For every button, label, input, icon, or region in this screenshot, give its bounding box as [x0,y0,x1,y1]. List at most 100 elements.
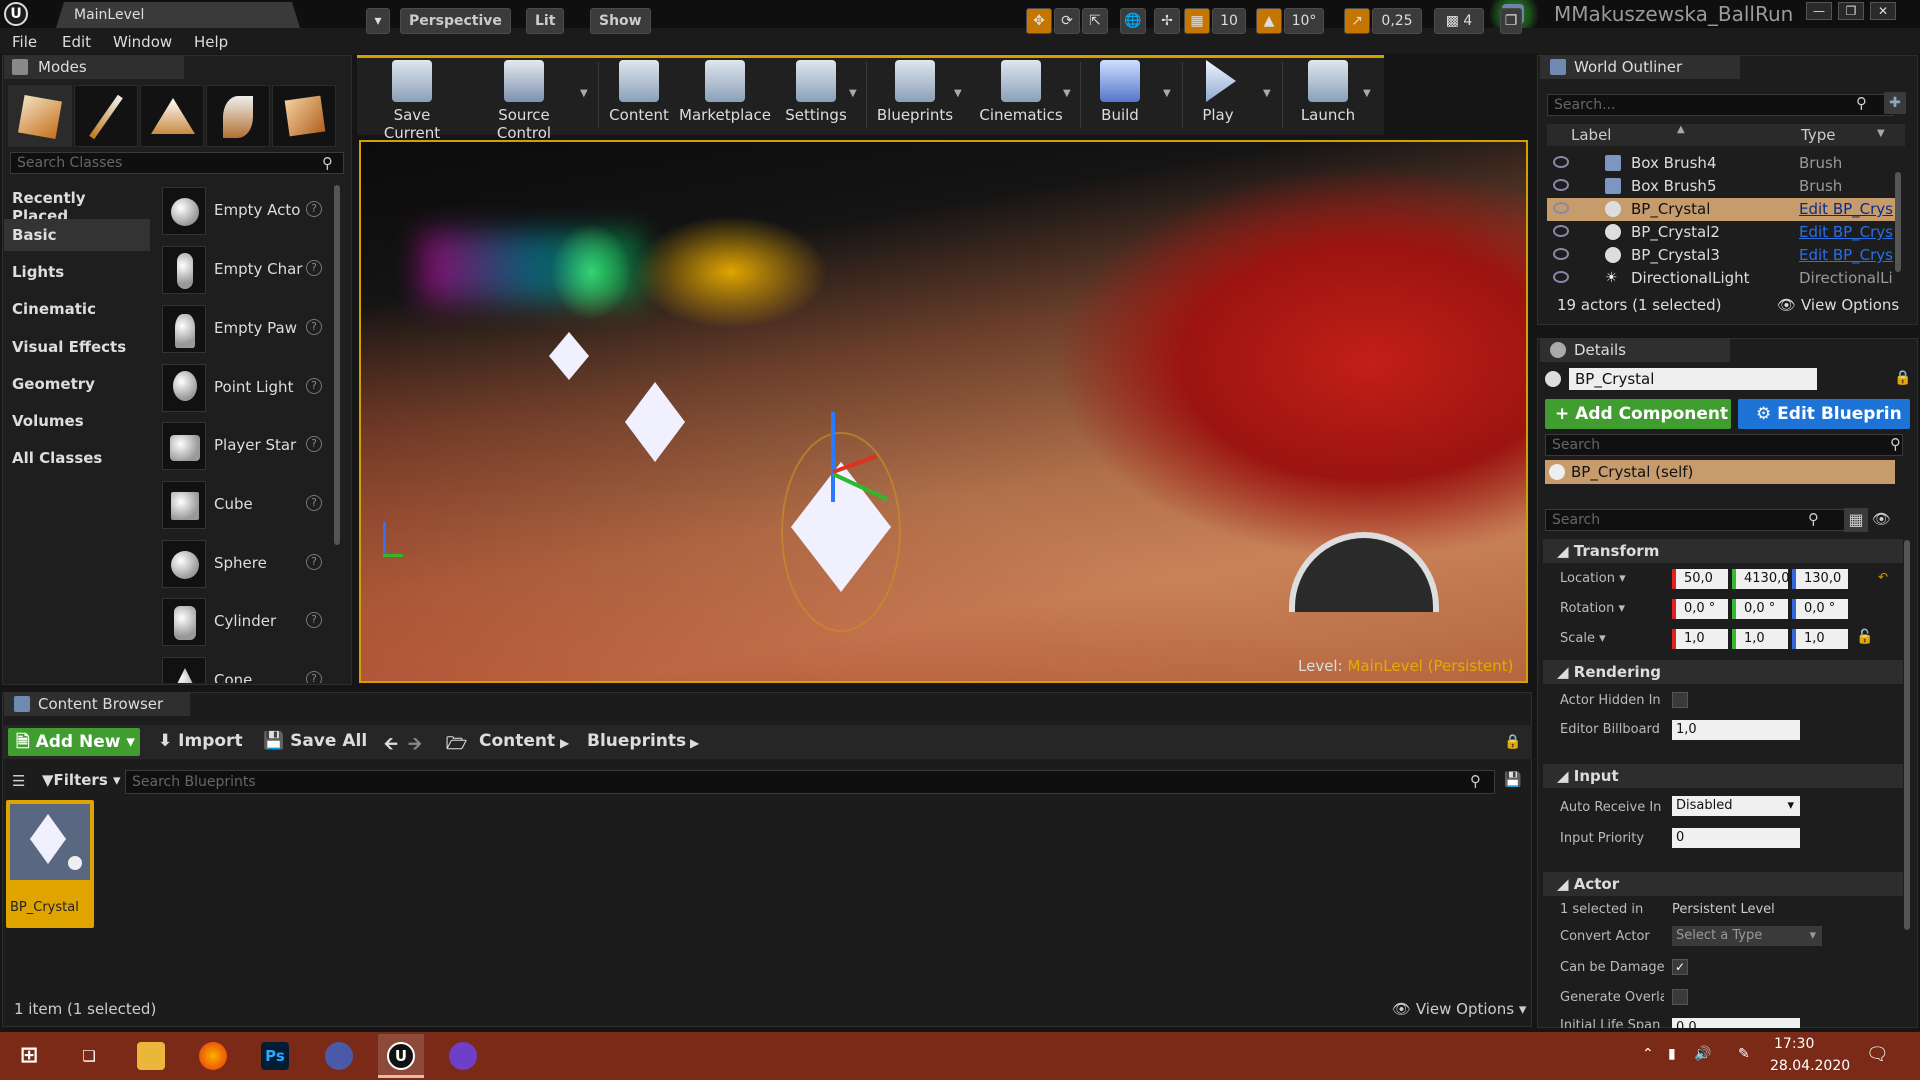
lock-icon[interactable]: 🔒 [1504,734,1521,750]
asset-point-light[interactable]: Point Light ? [158,360,334,416]
location-x-field[interactable]: 50,0 [1672,569,1728,589]
modes-scrollbar[interactable] [334,185,340,545]
help-icon[interactable]: ? [306,612,322,628]
content-button[interactable]: Content [604,60,674,132]
view-options-button[interactable]: 👁 View Options ▾ [1392,1000,1526,1018]
level-tab[interactable]: MainLevel [56,2,300,28]
crystal-actor-2[interactable] [625,382,685,462]
camera-speed-button[interactable]: ▩ 4 [1434,8,1484,34]
launch-button[interactable]: Launch [1288,60,1368,132]
section-transform[interactable]: ◢ Transform [1543,539,1903,563]
photoshop-taskbar-button[interactable]: Ps [252,1034,298,1078]
grid-snap-icon[interactable]: ▦ [1184,8,1210,34]
search-classes-input[interactable]: Search Classes [10,152,344,174]
initial-life-span-field[interactable]: 0,0 [1672,1018,1800,1028]
chevron-down-icon[interactable]: ▼ [849,88,857,99]
category-basic[interactable]: Basic [4,219,150,251]
category-recently-placed[interactable]: Recently Placed [4,182,150,225]
tab-world-outliner[interactable]: World Outliner [1540,55,1740,79]
save-current-button[interactable]: Save Current [364,60,460,142]
category-lights[interactable]: Lights [4,256,150,288]
menu-help[interactable]: Help [194,33,228,51]
view-options-button[interactable]: View Options [1801,296,1899,314]
section-actor[interactable]: ◢ Actor [1543,872,1903,896]
components-search-input[interactable]: Search [1545,434,1903,456]
cinematics-button[interactable]: Cinematics [976,60,1066,132]
build-button[interactable]: Build [1088,60,1152,132]
col-type-header[interactable]: Type [1801,126,1835,144]
world-space-icon[interactable]: 🌐 [1120,8,1146,34]
chevron-down-icon[interactable]: ▼ [1877,128,1885,139]
edit-blueprint-button[interactable]: ⚙ Edit Blueprin ▾ [1738,399,1910,454]
component-self-row[interactable]: BP_Crystal (self) [1545,460,1895,484]
chevron-down-icon[interactable]: ▼ [580,88,588,99]
visibility-eye-icon[interactable] [1553,271,1569,283]
edit-blueprint-link[interactable]: Edit BP_Crys [1799,223,1895,241]
close-button[interactable]: ✕ [1870,2,1896,20]
actor-hidden-checkbox[interactable] [1672,692,1688,708]
viewport-options-button[interactable]: ▾ [366,8,390,34]
chevron-down-icon[interactable]: ▼ [1063,88,1071,99]
unreal-taskbar-button[interactable]: U [378,1034,424,1078]
section-input[interactable]: ◢ Input [1543,764,1903,788]
lock-icon[interactable]: 🔓 [1856,629,1873,645]
rotation-label[interactable]: Rotation ▾ [1560,601,1664,616]
details-scrollbar[interactable] [1904,540,1910,930]
eye-icon[interactable]: 👁 [1872,510,1891,528]
rotation-z-field[interactable]: 0,0 ° [1792,599,1848,619]
translate-mode-icon[interactable]: ✥ [1026,8,1052,34]
chevron-down-icon[interactable]: ▼ [1363,88,1371,99]
editor-billboard-field[interactable]: 1,0 [1672,720,1800,740]
visibility-eye-icon[interactable] [1553,156,1569,168]
place-mode-button[interactable] [8,85,72,147]
breadcrumb-separator-icon[interactable]: ▶ [560,736,569,750]
search-blueprints-input[interactable]: Search Blueprints [125,770,1495,794]
outliner-row[interactable]: Box Brush4 Brush [1547,152,1898,175]
reset-to-default-icon[interactable]: ↶ [1878,570,1888,584]
scale-snap-value[interactable]: 0,25 [1372,8,1422,34]
help-icon[interactable]: ? [306,201,322,217]
location-y-field[interactable]: 4130,0 [1732,569,1790,589]
breadcrumb-blueprints[interactable]: Blueprints [587,731,686,751]
col-label-header[interactable]: Label [1571,126,1611,144]
convert-actor-select[interactable]: Select a Type ▾ [1672,926,1822,946]
input-priority-field[interactable]: 0 [1672,828,1800,848]
edit-blueprint-link[interactable]: Edit BP_Crys [1799,200,1895,218]
volume-icon[interactable]: 🔊 [1694,1046,1711,1062]
history-forward-button[interactable]: 🡪 [408,731,422,760]
grid-snap-value[interactable]: 10 [1212,8,1246,34]
marketplace-button[interactable]: Marketplace [676,60,774,132]
asset-empty-pawn[interactable]: Empty Paw ? [158,301,334,357]
section-rendering[interactable]: ◢ Rendering [1543,660,1903,684]
github-taskbar-button[interactable] [440,1034,486,1078]
landscape-mode-button[interactable] [140,85,204,147]
breadcrumb-content[interactable]: Content [479,731,555,751]
visibility-eye-icon[interactable] [1553,248,1569,260]
edit-blueprint-link[interactable]: Edit BP_Crys [1799,246,1895,264]
outliner-row-selected[interactable]: BP_Crystal Edit BP_Crys [1547,198,1898,221]
scale-x-field[interactable]: 1,0 [1672,629,1728,649]
rotation-y-field[interactable]: 0,0 ° [1732,599,1788,619]
location-z-field[interactable]: 130,0 [1792,569,1848,589]
scale-z-field[interactable]: 1,0 [1792,629,1848,649]
asset-empty-actor[interactable]: Empty Acto ? [158,183,334,239]
visibility-eye-icon[interactable] [1553,179,1569,191]
visibility-eye-icon[interactable] [1553,225,1569,237]
menu-window[interactable]: Window [113,33,172,51]
menu-edit[interactable]: Edit [62,33,91,51]
asset-empty-character[interactable]: Empty Char ? [158,242,334,298]
gizmo-z-axis[interactable] [831,412,835,502]
tab-content-browser[interactable]: Content Browser [4,692,190,716]
location-label[interactable]: Location ▾ [1560,571,1664,586]
category-visual-effects[interactable]: Visual Effects [4,331,150,363]
asset-cube[interactable]: Cube ? [158,477,334,533]
category-geometry[interactable]: Geometry [4,368,150,400]
battery-icon[interactable]: ▮ [1668,1046,1676,1062]
filters-button[interactable]: ▼Filters ▾ [42,771,121,789]
clock-date[interactable]: 28.04.2020 [1770,1058,1850,1074]
asset-cone[interactable]: Cone ? [158,653,334,683]
rotation-x-field[interactable]: 0,0 ° [1672,599,1728,619]
crystal-actor-3[interactable] [549,332,589,380]
scale-mode-icon[interactable]: ⇱ [1082,8,1108,34]
geometry-mode-button[interactable] [272,85,336,147]
